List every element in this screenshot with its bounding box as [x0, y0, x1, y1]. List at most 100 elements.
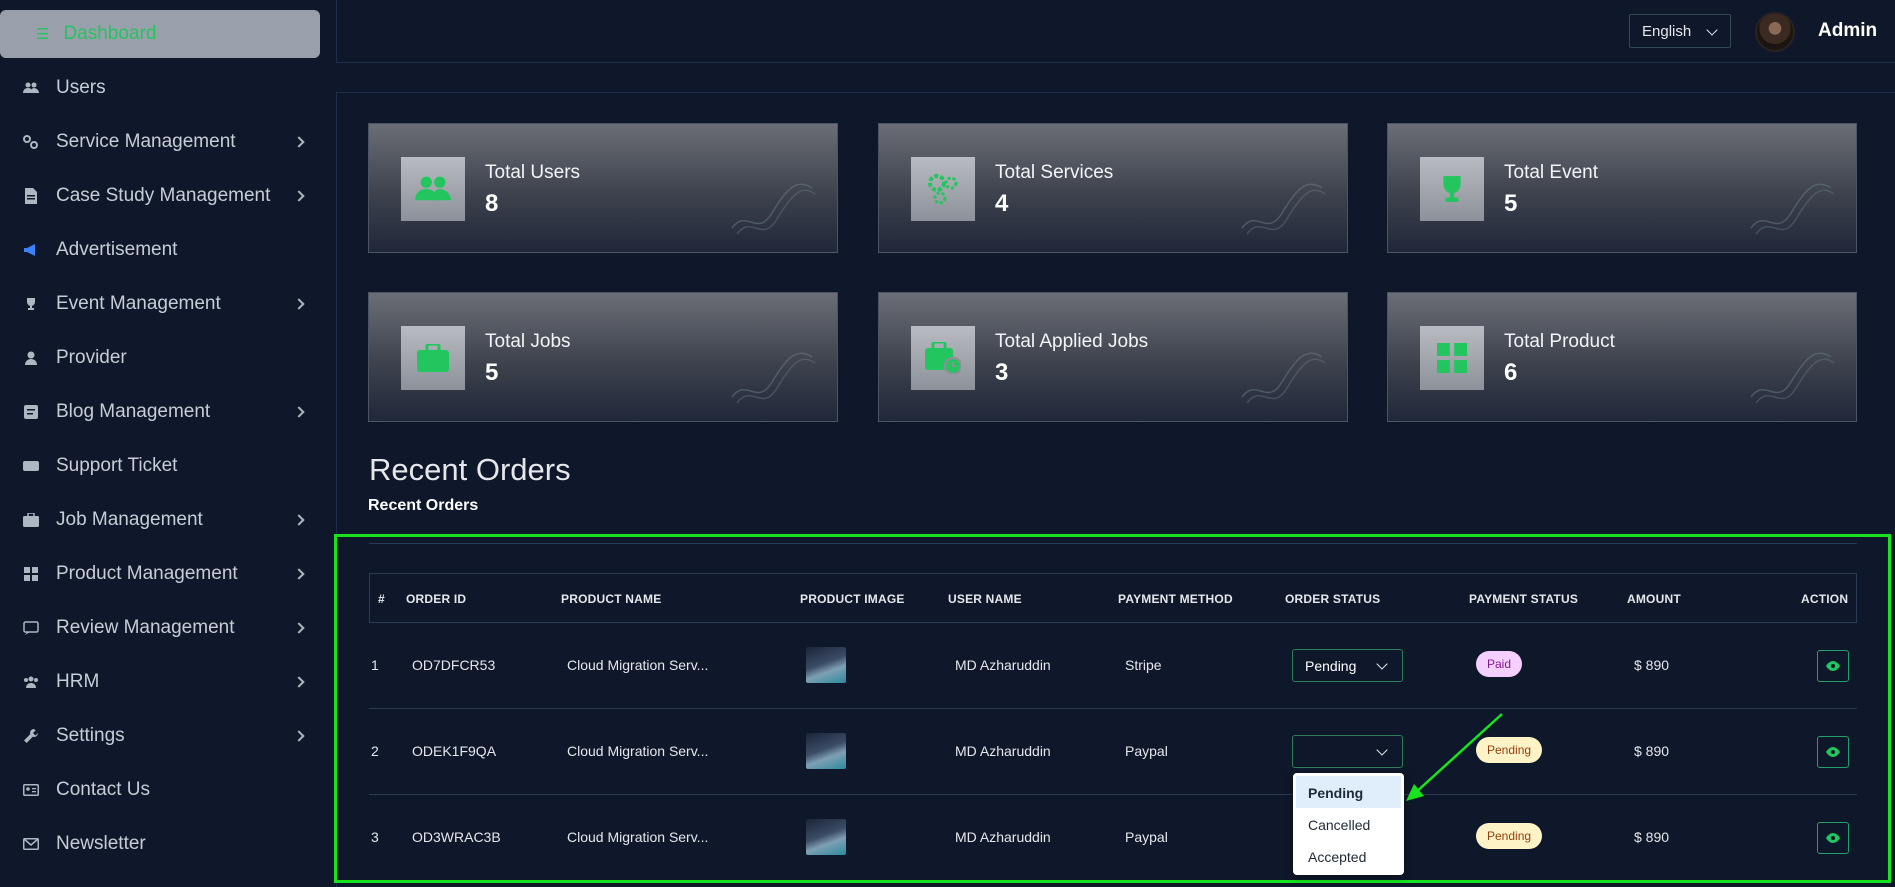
sidebar-item-review-management[interactable]: Review Management [0, 601, 333, 655]
section-subtitle: Recent Orders [368, 497, 479, 514]
dropdown-option-pending[interactable]: Pending [1296, 776, 1401, 808]
dropdown-option-accepted[interactable]: Accepted [1296, 840, 1401, 872]
stat-title: Total Event [1504, 162, 1598, 183]
sidebar-item-label: Settings [56, 725, 125, 746]
sidebar-item-dashboard[interactable]: ☰ Dashboard [0, 10, 320, 58]
stat-title: Total Jobs [485, 331, 571, 352]
sidebar-item-event-management[interactable]: Event Management [0, 277, 333, 331]
sidebar-item-label: Job Management [56, 509, 203, 530]
sidebar-item-label: Newsletter [56, 833, 146, 854]
chevron-right-icon [293, 568, 305, 580]
grid-icon [22, 565, 40, 583]
services-icon [22, 133, 40, 151]
sidebar-item-label: Blog Management [56, 401, 211, 422]
chevron-right-icon [293, 406, 305, 418]
ticket-icon [22, 457, 40, 475]
sidebar-item-users[interactable]: Users [0, 61, 333, 115]
sidebar-item-hrm[interactable]: HRM [0, 655, 333, 709]
sidebar-item-label: Users [56, 77, 106, 98]
grid-icon [1420, 326, 1484, 390]
mail-icon [22, 835, 40, 853]
contact-card-icon [22, 781, 40, 799]
document-icon [22, 187, 40, 205]
stat-card-total-users[interactable]: Total Users 8 [368, 123, 838, 253]
stat-card-total-jobs[interactable]: Total Jobs 5 [368, 292, 838, 422]
sidebar-item-label: Event Management [56, 293, 221, 314]
user-icon [22, 349, 40, 367]
sidebar-item-label: HRM [56, 671, 100, 692]
trophy-icon [22, 295, 40, 313]
chevron-down-icon [1706, 24, 1718, 36]
sidebar-item-settings[interactable]: Settings [0, 709, 333, 763]
sidebar-item-label: Service Management [56, 131, 236, 152]
sidebar-item-label: Review Management [56, 617, 235, 638]
dropdown-option-cancelled[interactable]: Cancelled [1296, 808, 1401, 840]
chevron-right-icon [293, 298, 305, 310]
chevron-right-icon [293, 514, 305, 526]
stat-value: 4 [995, 190, 1009, 217]
blog-icon [22, 403, 40, 421]
dashboard-icon: ☰ [36, 26, 50, 43]
sidebar-item-label: Case Study Management [56, 185, 271, 206]
sidebar: ☰ Dashboard Users Service Management Case … [0, 0, 333, 887]
chevron-right-icon [293, 136, 305, 148]
annotation-arrow [1406, 713, 1503, 801]
sidebar-item-provider[interactable]: Provider [0, 331, 333, 385]
stat-value: 6 [1504, 359, 1518, 386]
sidebar-item-service-management[interactable]: Service Management [0, 115, 333, 169]
megaphone-icon [22, 241, 40, 259]
stat-title: Total Applied Jobs [995, 331, 1149, 352]
sidebar-item-blog-management[interactable]: Blog Management [0, 385, 333, 439]
stat-value: 3 [995, 359, 1009, 386]
briefcase-icon [22, 511, 40, 529]
users-icon [401, 157, 465, 221]
sidebar-item-label: Dashboard [63, 23, 157, 44]
user-name[interactable]: Admin [1818, 20, 1877, 42]
chevron-right-icon [293, 190, 305, 202]
decorative-swirl-icon [1241, 352, 1326, 404]
page-title: Recent Orders [369, 452, 571, 487]
stat-card-total-product[interactable]: Total Product 6 [1387, 292, 1857, 422]
stat-title: Total Product [1504, 331, 1615, 352]
stat-value: 8 [485, 190, 499, 217]
language-select[interactable]: English [1629, 14, 1731, 48]
sidebar-item-label: Contact Us [56, 779, 150, 800]
decorative-swirl-icon [1241, 183, 1326, 235]
stat-title: Total Services [995, 162, 1114, 183]
sidebar-item-label: Provider [56, 347, 127, 368]
chevron-right-icon [293, 676, 305, 688]
stat-title: Total Users [485, 162, 581, 183]
users-icon [22, 79, 40, 97]
sidebar-item-label: Advertisement [56, 239, 178, 260]
language-value: English [1642, 22, 1692, 40]
sidebar-item-label: Product Management [56, 563, 238, 584]
annotation-highlight-box [334, 534, 1891, 883]
review-icon [22, 619, 40, 637]
chevron-right-icon [293, 730, 305, 742]
briefcase-clock-icon [911, 326, 975, 390]
avatar[interactable] [1755, 12, 1795, 52]
sidebar-item-job-management[interactable]: Job Management [0, 493, 333, 547]
sidebar-item-newsletter[interactable]: Newsletter [0, 817, 333, 871]
sidebar-item-contact-us[interactable]: Contact Us [0, 763, 333, 817]
briefcase-icon [401, 326, 465, 390]
stat-card-total-event[interactable]: Total Event 5 [1387, 123, 1857, 253]
sidebar-item-product-management[interactable]: Product Management [0, 547, 333, 601]
sidebar-item-support-ticket[interactable]: Support Ticket [0, 439, 333, 493]
sidebar-item-label: Support Ticket [56, 455, 178, 476]
stat-value: 5 [485, 359, 499, 386]
team-icon [22, 673, 40, 691]
sidebar-item-advertisement[interactable]: Advertisement [0, 223, 333, 277]
sidebar-item-case-study-management[interactable]: Case Study Management [0, 169, 333, 223]
chevron-right-icon [293, 622, 305, 634]
decorative-swirl-icon [731, 183, 816, 235]
decorative-swirl-icon [1750, 352, 1835, 404]
wrench-icon [22, 727, 40, 745]
stat-value: 5 [1504, 190, 1518, 217]
decorative-swirl-icon [731, 352, 816, 404]
order-status-dropdown: Pending Cancelled Accepted [1293, 773, 1404, 875]
trophy-icon [1420, 157, 1484, 221]
stat-card-total-services[interactable]: Total Services 4 [878, 123, 1348, 253]
gears-icon [911, 157, 975, 221]
stat-card-total-applied-jobs[interactable]: Total Applied Jobs 3 [878, 292, 1348, 422]
